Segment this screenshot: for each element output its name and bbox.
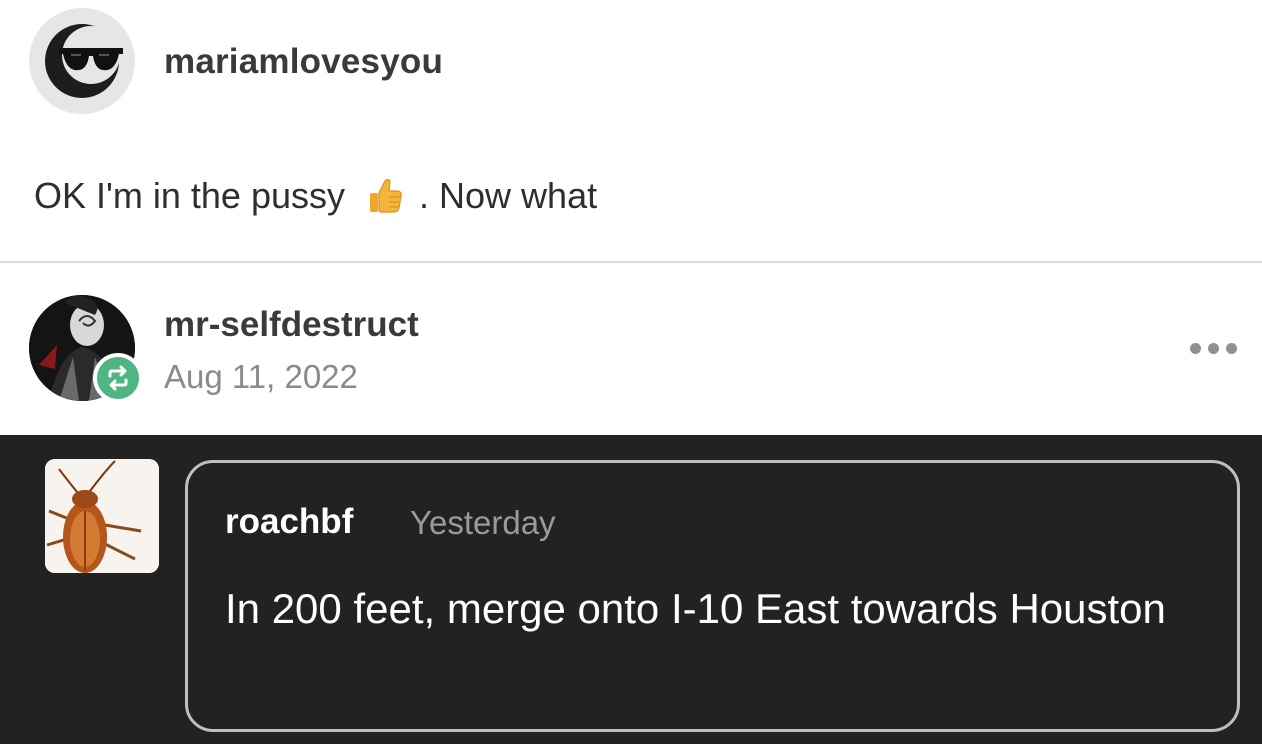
comment-timestamp: Yesterday bbox=[410, 504, 556, 541]
sunglasses-moon-icon bbox=[45, 24, 123, 98]
menu-dot bbox=[1226, 343, 1237, 354]
original-post: mariamlovesyou OK I'm in the pussy . Now… bbox=[0, 0, 1262, 262]
more-options-icon[interactable] bbox=[1186, 339, 1242, 359]
reblog-date[interactable]: Aug 11, 2022 bbox=[164, 355, 358, 399]
menu-dot bbox=[1208, 343, 1219, 354]
post-text: OK I'm in the pussy . Now what bbox=[34, 174, 597, 218]
reblog-badge bbox=[93, 353, 143, 403]
avatar[interactable] bbox=[29, 8, 135, 114]
cockroach-icon bbox=[45, 459, 159, 573]
comment-section: roachbf Yesterday In 200 feet, merge ont… bbox=[0, 435, 1262, 744]
reblogger-username[interactable]: mr-selfdestruct bbox=[164, 303, 419, 347]
post-text-start: OK I'm in the pussy bbox=[34, 175, 345, 216]
comment-bubble: roachbf Yesterday In 200 feet, merge ont… bbox=[185, 460, 1240, 732]
post-username[interactable]: mariamlovesyou bbox=[164, 40, 443, 84]
post-text-end: . Now what bbox=[419, 175, 598, 216]
reblog-header: mr-selfdestruct Aug 11, 2022 bbox=[0, 263, 1262, 435]
menu-dot bbox=[1190, 343, 1201, 354]
comment-text: In 200 feet, merge onto I-10 East toward… bbox=[225, 585, 1166, 632]
commenter-username[interactable]: roachbf bbox=[225, 500, 353, 544]
thumbs-up-icon bbox=[365, 175, 405, 215]
reblog-icon bbox=[108, 365, 128, 391]
commenter-avatar[interactable] bbox=[45, 459, 159, 573]
